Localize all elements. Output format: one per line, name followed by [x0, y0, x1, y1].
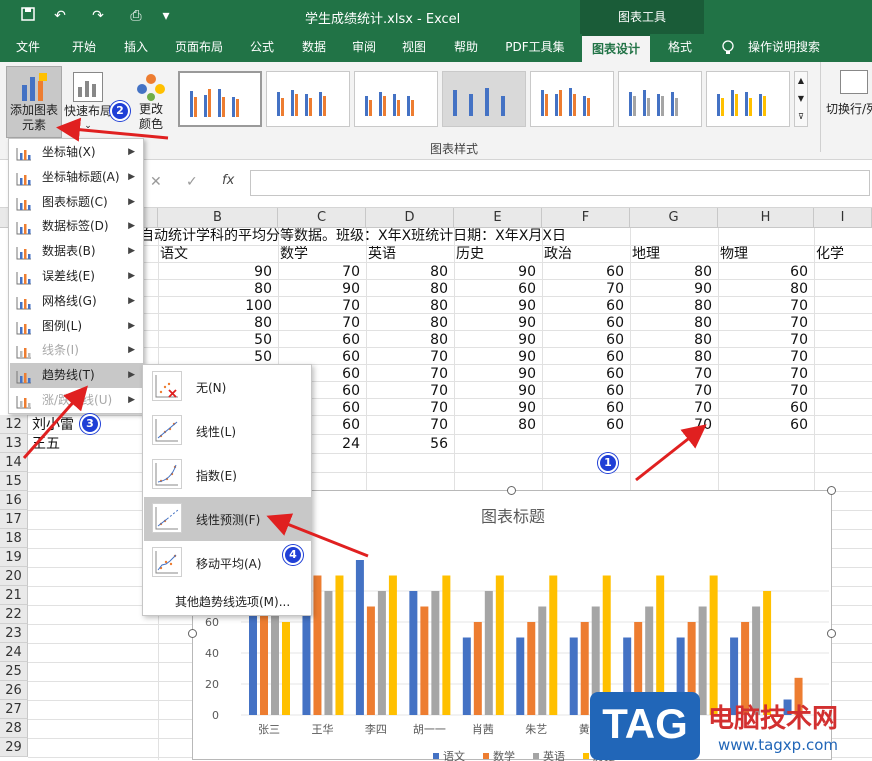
step-badge-2: 2 [110, 101, 130, 121]
watermark-logo: TAG [590, 692, 700, 760]
watermark-url: www.tagxp.com [718, 736, 838, 754]
watermark: TAG 电脑技术网 www.tagxp.com [590, 692, 872, 760]
annotation-arrow-1 [635, 424, 707, 482]
annotation-arrow-2 [56, 117, 169, 142]
watermark-site-name: 电脑技术网 [708, 704, 839, 734]
annotation-arrow-3 [22, 385, 88, 459]
annotation-overlay [22, 117, 707, 558]
step-badge-4: 4 [283, 545, 303, 565]
step-badge-1: 1 [598, 453, 618, 473]
step-badge-3: 3 [80, 414, 100, 434]
